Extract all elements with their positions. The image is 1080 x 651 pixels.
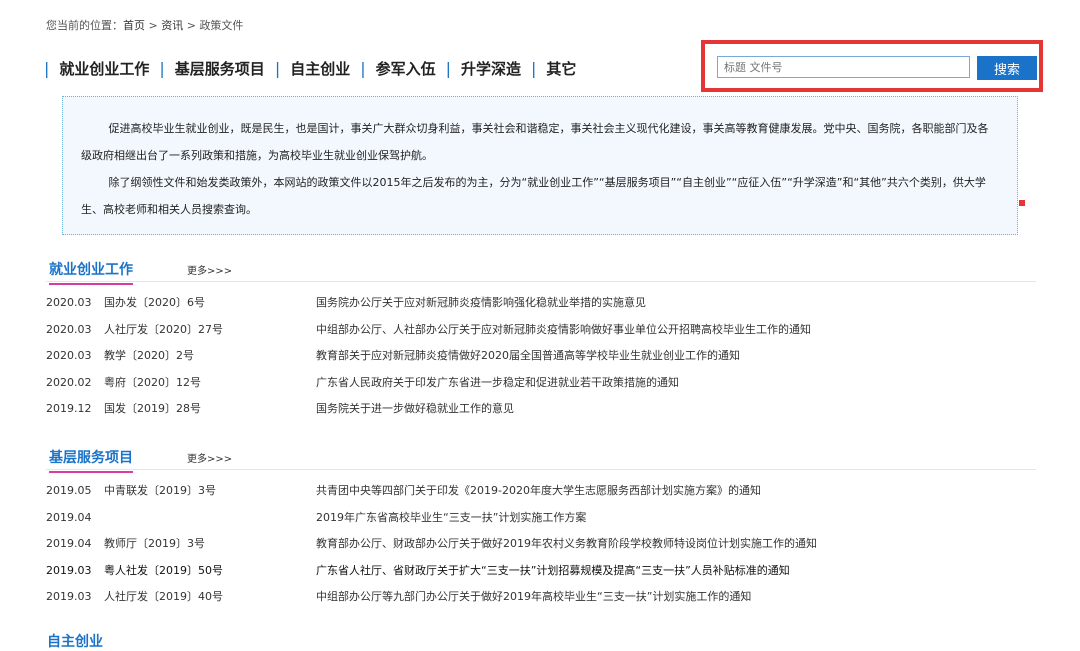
breadcrumb-home-link[interactable]: 首页 <box>123 19 145 32</box>
policy-list: 2020.03 国办发〔2020〕6号 国务院办公厅关于应对新冠肺炎疫情影响强化稳就… <box>46 290 1036 423</box>
item-date: 2020.03 <box>46 322 92 336</box>
item-title-link[interactable]: 2019年广东省高校毕业生“三支一扶”计划实施工作方案 <box>316 505 586 532</box>
item-doc-number: 教师厅〔2019〕3号 <box>104 537 205 550</box>
list-item: 2019.04 教师厅〔2019〕3号 教育部办公厅、财政部办公厅关于做好2019年… <box>46 531 1036 558</box>
item-title-link[interactable]: 中组部办公厅、人社部办公厅关于应对新冠肺炎疫情影响做好事业单位公开招聘高校毕业生… <box>316 317 811 344</box>
breadcrumb-separator: > <box>145 19 162 32</box>
item-title-link[interactable]: 国务院关于进一步做好稳就业工作的意见 <box>316 396 514 423</box>
section-employment: 就业创业工作 更多>>> 2020.03 国办发〔2020〕6号 国务院办公厅关于应… <box>46 257 1036 423</box>
nav-separator: | <box>445 59 452 78</box>
item-date: 2019.04 <box>46 510 92 524</box>
search-box-highlight: 搜索 <box>701 40 1043 92</box>
item-doc-number: 国办发〔2020〕6号 <box>104 296 205 309</box>
red-marker <box>1019 200 1025 206</box>
nav-separator: | <box>360 59 366 78</box>
nav-separator: | <box>531 59 537 78</box>
item-doc-number: 人社厅发〔2020〕27号 <box>104 322 223 336</box>
item-date: 2019.04 <box>46 537 92 550</box>
nav-item-employment[interactable]: 就业创业工作 <box>59 58 149 79</box>
item-date: 2019.12 <box>46 402 92 415</box>
section-title: 就业创业工作 <box>49 259 133 285</box>
more-link[interactable]: 更多>>> <box>187 262 232 277</box>
section-header: 基层服务项目 更多>>> <box>46 445 1036 473</box>
breadcrumb: 您当前的位置：首页 > 资讯 > 政策文件 <box>46 17 243 33</box>
intro-box: 促进高校毕业生就业创业，既是民生，也是国计，事关广大群众切身利益，事关社会和谐稳… <box>62 96 1018 235</box>
section-header: 就业创业工作 更多>>> <box>46 257 1036 285</box>
item-title-link[interactable]: 广东省人社厅、省财政厅关于扩大“三支一扶”计划招募规模及提高“三支一扶”人员补贴… <box>316 558 790 585</box>
item-title-link[interactable]: 教育部办公厅、财政部办公厅关于做好2019年农村义务教育阶段学校教师特设岗位计划… <box>316 531 817 558</box>
item-doc-number: 粤人社发〔2019〕50号 <box>104 563 223 577</box>
list-item: 2019.05 中青联发〔2019〕3号 共青团中央等四部门关于印发《2019-20… <box>46 478 1036 505</box>
section-grassroots: 基层服务项目 更多>>> 2019.05 中青联发〔2019〕3号 共青团中央等四部… <box>46 445 1036 611</box>
breadcrumb-news-link[interactable]: 资讯 <box>161 19 183 32</box>
nav-item-further-study[interactable]: 升学深造 <box>461 58 521 79</box>
item-date: 2020.02 <box>46 375 92 389</box>
breadcrumb-prefix: 您当前的位置： <box>46 19 123 32</box>
item-doc-number: 国发〔2019〕28号 <box>104 402 201 415</box>
intro-paragraph-2: 除了纲领性文件和始发类政策外，本网站的政策文件以2015年之后发布的为主，分为“… <box>81 176 986 216</box>
section-title: 基层服务项目 <box>49 447 133 473</box>
list-item: 2020.03 国办发〔2020〕6号 国务院办公厅关于应对新冠肺炎疫情影响强化稳就… <box>46 290 1036 317</box>
nav-separator: | <box>159 59 165 78</box>
item-doc-number: 人社厅发〔2019〕40号 <box>104 590 223 603</box>
item-title-link[interactable]: 共青团中央等四部门关于印发《2019-2020年度大学生志愿服务西部计划实施方案… <box>316 478 761 505</box>
intro-paragraph-1: 促进高校毕业生就业创业，既是民生，也是国计，事关广大群众切身利益，事关社会和谐稳… <box>81 122 989 162</box>
nav-item-military[interactable]: 参军入伍 <box>376 58 436 79</box>
breadcrumb-separator: > <box>183 19 200 32</box>
list-item: 2020.02 粤府〔2020〕12号 广东省人民政府关于印发广东省进一步稳定和促进… <box>46 370 1036 397</box>
item-title-link[interactable]: 中组部办公厅等九部门办公厅关于做好2019年高校毕业生“三支一扶”计划实施工作的… <box>316 584 751 611</box>
search-button[interactable]: 搜索 <box>977 56 1037 80</box>
item-date: 2019.03 <box>46 563 92 577</box>
list-item: 2020.03 人社厅发〔2020〕27号 中组部办公厅、人社部办公厅关于应对新冠肺… <box>46 317 1036 344</box>
item-doc-number: 中青联发〔2019〕3号 <box>104 484 216 497</box>
category-nav: | 就业创业工作 | 基层服务项目 | 自主创业 | 参军入伍 | 升学深造 |… <box>44 58 576 79</box>
search-input[interactable] <box>717 56 970 78</box>
item-date: 2020.03 <box>46 349 92 362</box>
item-date: 2020.03 <box>46 296 92 309</box>
item-doc-number: 教学〔2020〕2号 <box>104 349 194 362</box>
nav-item-entrepreneurship[interactable]: 自主创业 <box>290 58 350 79</box>
list-item: 2019.12 国发〔2019〕28号 国务院关于进一步做好稳就业工作的意见 <box>46 396 1036 423</box>
item-date: 2019.05 <box>46 484 92 497</box>
nav-separator: | <box>274 59 281 78</box>
item-date: 2019.03 <box>46 590 92 603</box>
list-item: 2019.03 人社厅发〔2019〕40号 中组部办公厅等九部门办公厅关于做好201… <box>46 584 1036 611</box>
policy-list: 2019.05 中青联发〔2019〕3号 共青团中央等四部门关于印发《2019-20… <box>46 478 1036 611</box>
nav-item-other[interactable]: 其它 <box>546 58 576 79</box>
nav-item-grassroots[interactable]: 基层服务项目 <box>175 58 265 79</box>
list-item: 2019.03 粤人社发〔2019〕50号 广东省人社厅、省财政厅关于扩大“三支一扶… <box>46 558 1036 585</box>
item-title-link[interactable]: 国务院办公厅关于应对新冠肺炎疫情影响强化稳就业举措的实施意见 <box>316 290 646 317</box>
nav-separator: | <box>44 59 50 78</box>
item-doc-number: 粤府〔2020〕12号 <box>104 375 201 389</box>
breadcrumb-current: 政策文件 <box>199 19 244 32</box>
more-link[interactable]: 更多>>> <box>187 450 232 465</box>
list-item: 2019.04 2019年广东省高校毕业生“三支一扶”计划实施工作方案 <box>46 505 1036 532</box>
section-title-cutoff: 自主创业 <box>47 634 103 650</box>
list-item: 2020.03 教学〔2020〕2号 教育部关于应对新冠肺炎疫情做好2020届全国普… <box>46 343 1036 370</box>
item-title-link[interactable]: 教育部关于应对新冠肺炎疫情做好2020届全国普通高等学校毕业生就业创业工作的通知 <box>316 343 740 370</box>
item-title-link[interactable]: 广东省人民政府关于印发广东省进一步稳定和促进就业若干政策措施的通知 <box>316 370 679 397</box>
